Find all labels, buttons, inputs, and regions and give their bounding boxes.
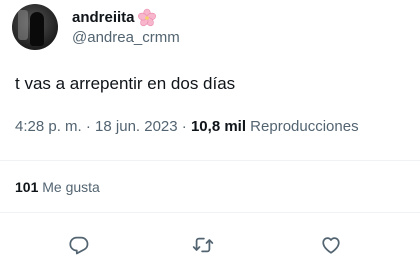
meta-separator: · (81, 118, 96, 135)
meta-separator: · (177, 118, 191, 135)
likes-link[interactable]: 101 Me gusta (15, 177, 100, 197)
likes-label: Me gusta (38, 179, 100, 195)
retweet-button[interactable] (188, 230, 218, 260)
tweet-header: andreiita @andrea_crmm (12, 4, 180, 50)
divider (0, 212, 420, 213)
like-button[interactable] (316, 230, 346, 260)
tweet-meta: 4:28 p. m. · 18 jun. 2023 · 10,8 mil Rep… (15, 117, 359, 137)
views-count: 10,8 mil (190, 118, 247, 135)
display-name[interactable]: andreiita (72, 8, 135, 28)
heart-icon (322, 237, 340, 254)
tweet-date[interactable]: 18 jun. 2023 (95, 118, 178, 135)
reply-button[interactable] (64, 230, 94, 260)
user-handle[interactable]: @andrea_crmm (72, 28, 180, 48)
divider (0, 160, 420, 161)
cherry-blossom-icon (137, 8, 157, 28)
views-label: Reproducciones (246, 118, 359, 135)
author-names: andreiita @andrea_crmm (72, 8, 180, 48)
display-name-row[interactable]: andreiita (72, 8, 180, 28)
tweet-time[interactable]: 4:28 p. m. (15, 118, 82, 135)
tweet-card: andreiita @andrea_crmm t vas a arrepenti… (0, 0, 420, 280)
likes-count: 101 (15, 179, 39, 195)
reply-icon (69, 236, 89, 255)
retweet-icon (192, 237, 214, 253)
avatar[interactable] (12, 4, 58, 50)
action-bar (0, 230, 420, 260)
tweet-text: t vas a arrepentir en dos días (15, 74, 236, 93)
